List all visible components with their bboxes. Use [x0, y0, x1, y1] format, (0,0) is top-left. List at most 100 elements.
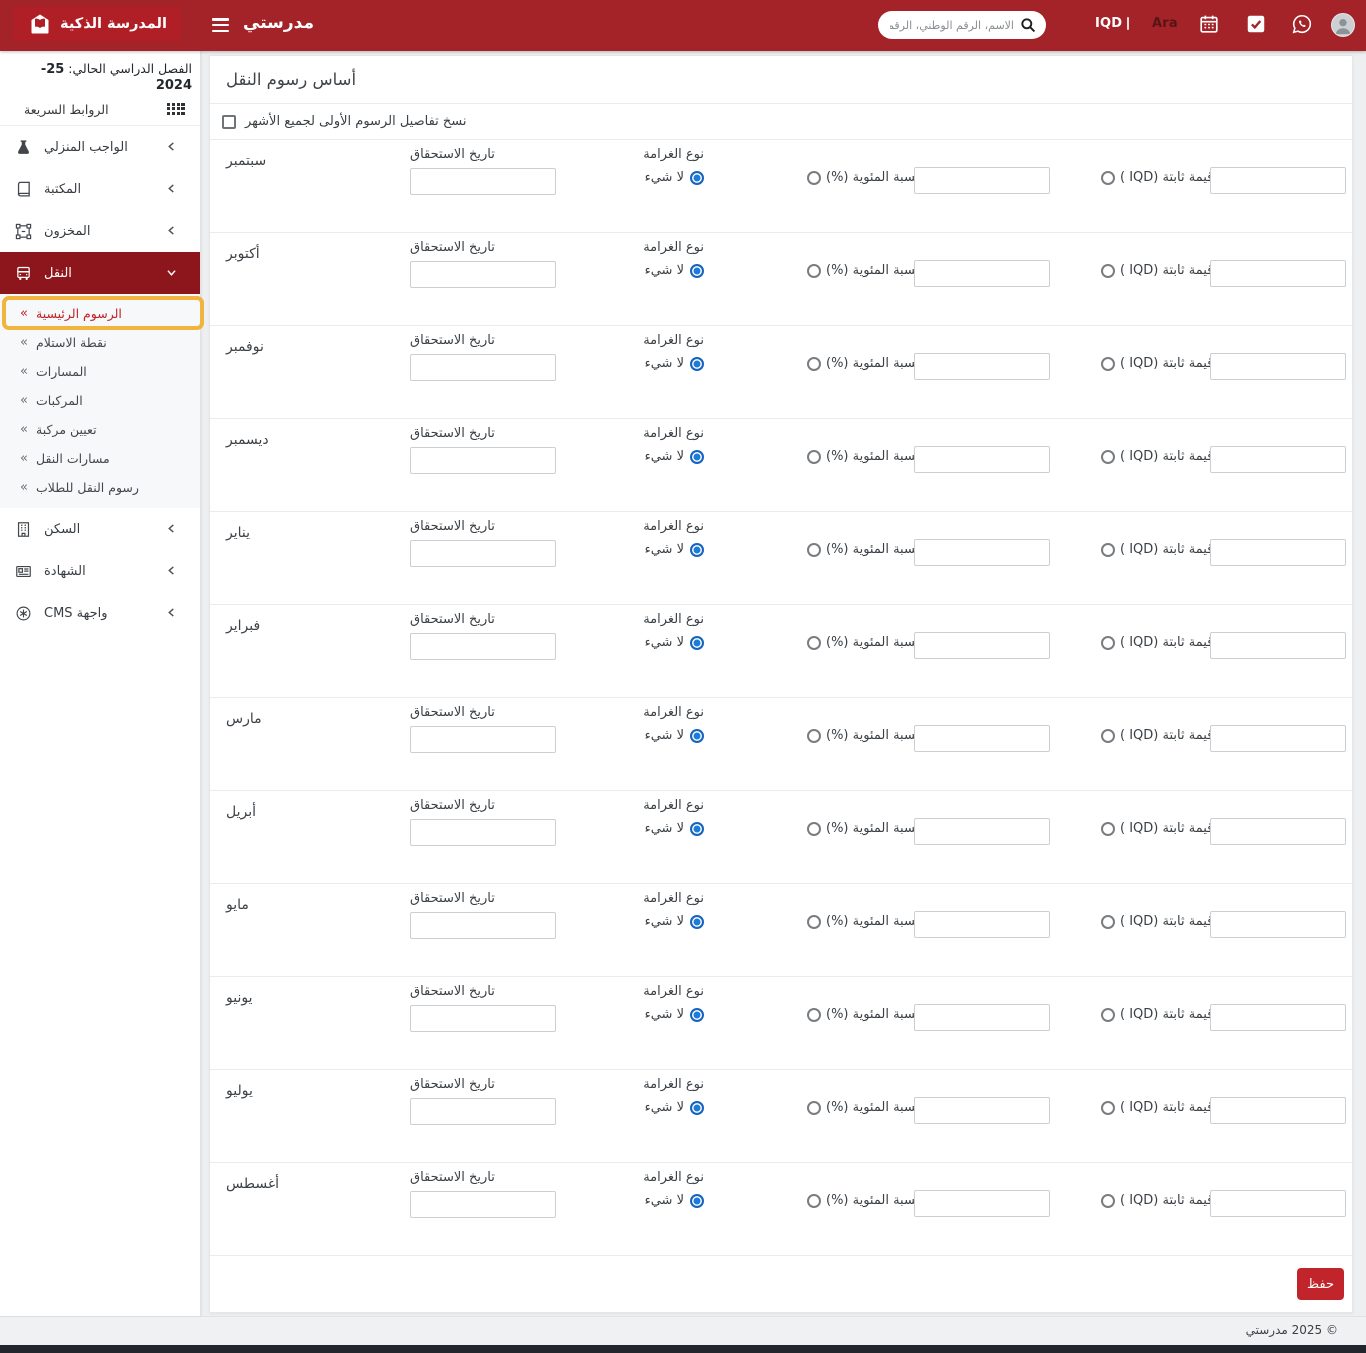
fine-none-radio[interactable]	[690, 729, 704, 743]
fine-fixed-input[interactable]	[1210, 725, 1346, 752]
fine-fixed-input[interactable]	[1210, 911, 1346, 938]
fine-fixed-radio[interactable]	[1101, 1194, 1115, 1208]
fine-none-radio[interactable]	[690, 450, 704, 464]
fine-percentage-input[interactable]	[914, 911, 1050, 938]
due-date-input[interactable]	[410, 354, 556, 381]
sidebar-subitem-assign-vehicle[interactable]: « تعيين مركبة	[0, 415, 200, 444]
fine-fixed-radio[interactable]	[1101, 822, 1115, 836]
sidebar-subitem-transport-routes[interactable]: « مسارات النقل	[0, 444, 200, 473]
fine-percentage-input[interactable]	[914, 818, 1050, 845]
fine-none-radio[interactable]	[690, 1101, 704, 1115]
sidebar-item-housing[interactable]: السكن	[0, 508, 200, 550]
whatsapp-icon[interactable]	[1291, 13, 1313, 35]
fine-percentage-input[interactable]	[914, 167, 1050, 194]
quick-links[interactable]: الروابط السريعة	[0, 93, 200, 125]
fine-fixed-input[interactable]	[1210, 632, 1346, 659]
sidebar-item-certificate[interactable]: الشهادة	[0, 550, 200, 592]
fine-fixed-radio[interactable]	[1101, 264, 1115, 278]
avatar[interactable]	[1331, 13, 1355, 37]
currency-selector[interactable]: IQD	[1095, 16, 1129, 31]
fine-fixed-input[interactable]	[1210, 1004, 1346, 1031]
fine-fixed-radio[interactable]	[1101, 543, 1115, 557]
fine-percentage-radio[interactable]	[807, 1194, 821, 1208]
fine-none-radio[interactable]	[690, 264, 704, 278]
fine-percentage-radio[interactable]	[807, 1101, 821, 1115]
fine-percentage-radio[interactable]	[807, 822, 821, 836]
due-date-input[interactable]	[410, 633, 556, 660]
fine-fixed-radio[interactable]	[1101, 1101, 1115, 1115]
sidebar-item-transport[interactable]: النقل	[0, 252, 200, 294]
fine-none-radio[interactable]	[690, 636, 704, 650]
fine-fixed-radio[interactable]	[1101, 729, 1115, 743]
fine-percentage-radio[interactable]	[807, 729, 821, 743]
copy-fees-checkbox[interactable]	[222, 115, 236, 129]
fine-percentage-input[interactable]	[914, 260, 1050, 287]
hamburger-icon[interactable]	[212, 18, 229, 32]
fine-percentage-radio[interactable]	[807, 636, 821, 650]
calendar-icon[interactable]	[1198, 13, 1220, 35]
fine-percentage-radio[interactable]	[807, 171, 821, 185]
fine-none-radio[interactable]	[690, 357, 704, 371]
fine-percentage-input[interactable]	[914, 353, 1050, 380]
fine-none-radio[interactable]	[690, 1194, 704, 1208]
sidebar-subitem-routes[interactable]: « المسارات	[0, 357, 200, 386]
due-date-input[interactable]	[410, 1005, 556, 1032]
search-input[interactable]	[890, 19, 1014, 32]
due-date-input[interactable]	[410, 261, 556, 288]
sidebar-subitem-main-fees[interactable]: « الرسوم الرئيسية	[0, 299, 200, 328]
sidebar-subitem-vehicles[interactable]: « المركبات	[0, 386, 200, 415]
fine-percentage-radio[interactable]	[807, 543, 821, 557]
fine-percentage-input[interactable]	[914, 725, 1050, 752]
save-button[interactable]: حفظ	[1297, 1268, 1344, 1300]
sidebar-item-cms[interactable]: واجهة CMS	[0, 592, 200, 634]
due-date-input[interactable]	[410, 540, 556, 567]
fine-fixed-input[interactable]	[1210, 446, 1346, 473]
fine-fixed-radio[interactable]	[1101, 357, 1115, 371]
fine-percentage-radio[interactable]	[807, 264, 821, 278]
fine-fixed-radio[interactable]	[1101, 1008, 1115, 1022]
sidebar-item-inventory[interactable]: المخزون	[0, 210, 200, 252]
fine-percentage-radio[interactable]	[807, 450, 821, 464]
tasks-icon[interactable]	[1245, 13, 1267, 35]
sidebar-item-library[interactable]: المكتبة	[0, 168, 200, 210]
fine-fixed-input[interactable]	[1210, 260, 1346, 287]
fine-none-radio[interactable]	[690, 543, 704, 557]
search-icon[interactable]	[1020, 17, 1036, 33]
fine-fixed-radio[interactable]	[1101, 171, 1115, 185]
fine-percentage-radio[interactable]	[807, 1008, 821, 1022]
fine-fixed-input[interactable]	[1210, 539, 1346, 566]
fine-fixed-input[interactable]	[1210, 818, 1346, 845]
fine-percentage-input[interactable]	[914, 1004, 1050, 1031]
fine-percentage-input[interactable]	[914, 1190, 1050, 1217]
due-date-input[interactable]	[410, 819, 556, 846]
sidebar-subitem-student-transport-fees[interactable]: « رسوم النقل للطلاب	[0, 473, 200, 502]
due-date-input[interactable]	[410, 726, 556, 753]
fine-fixed-input[interactable]	[1210, 1097, 1346, 1124]
due-date-input[interactable]	[410, 912, 556, 939]
fine-fixed-radio[interactable]	[1101, 915, 1115, 929]
brand-logo[interactable]: المدرسة الذكية	[14, 7, 181, 41]
sidebar-item-homework[interactable]: الواجب المنزلي	[0, 126, 200, 168]
due-date-input[interactable]	[410, 447, 556, 474]
fine-fixed-input[interactable]	[1210, 353, 1346, 380]
fine-percentage-input[interactable]	[914, 539, 1050, 566]
fine-fixed-radio[interactable]	[1101, 450, 1115, 464]
fine-percentage-input[interactable]	[914, 1097, 1050, 1124]
fine-percentage-radio[interactable]	[807, 357, 821, 371]
fine-none-radio[interactable]	[690, 1008, 704, 1022]
fine-none-radio[interactable]	[690, 822, 704, 836]
fine-percentage-label: النسبة المئوية (%)	[826, 1007, 927, 1022]
fine-fixed-input[interactable]	[1210, 1190, 1346, 1217]
due-date-input[interactable]	[410, 1191, 556, 1218]
fine-none-radio[interactable]	[690, 915, 704, 929]
fine-percentage-input[interactable]	[914, 446, 1050, 473]
fine-fixed-input[interactable]	[1210, 167, 1346, 194]
fine-percentage-radio[interactable]	[807, 915, 821, 929]
due-date-input[interactable]	[410, 1098, 556, 1125]
sidebar-subitem-pickup-point[interactable]: « نقطة الاستلام	[0, 328, 200, 357]
fine-none-radio[interactable]	[690, 171, 704, 185]
fine-percentage-input[interactable]	[914, 632, 1050, 659]
fine-fixed-radio[interactable]	[1101, 636, 1115, 650]
language-selector[interactable]: Ara	[1152, 16, 1178, 31]
due-date-input[interactable]	[410, 168, 556, 195]
